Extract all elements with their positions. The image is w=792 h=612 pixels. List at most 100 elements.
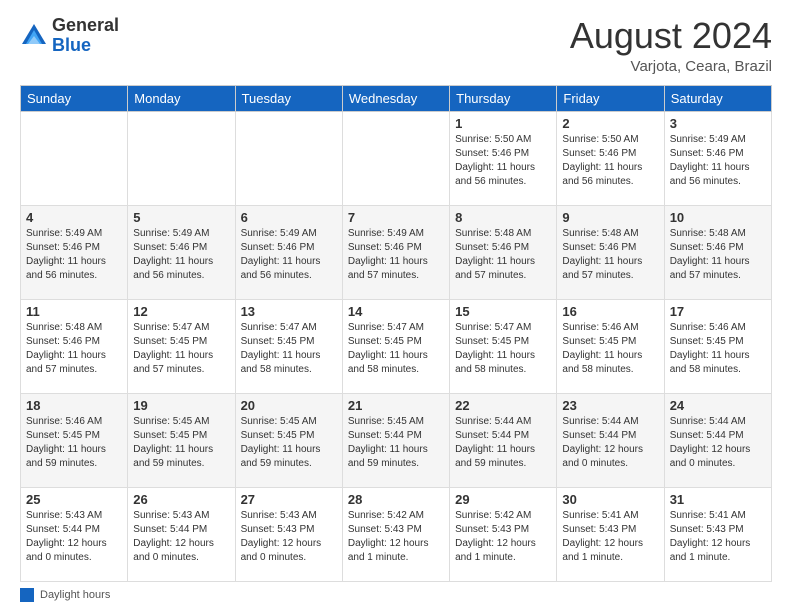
- day-info: Sunrise: 5:49 AM Sunset: 5:46 PM Dayligh…: [670, 133, 766, 189]
- day-number: 4: [26, 210, 122, 225]
- week-row-5: 25 Sunrise: 5:43 AM Sunset: 5:44 PM Dayli…: [21, 487, 772, 581]
- calendar-cell: 6Sunrise: 5:49 AM Sunset: 5:46 PM Daylig…: [235, 205, 342, 299]
- day-number: 23: [562, 398, 658, 413]
- calendar-cell: 3 Sunrise: 5:49 AM Sunset: 5:46 PM Daylig…: [664, 111, 771, 205]
- day-number: 20: [241, 398, 337, 413]
- day-info: Sunrise: 5:43 AM Sunset: 5:44 PM Dayligh…: [26, 509, 122, 565]
- month-year: August 2024: [570, 16, 772, 56]
- header: General Blue August 2024 Varjota, Ceara,…: [20, 16, 772, 75]
- day-info: Sunrise: 5:44 AM Sunset: 5:44 PM Dayligh…: [670, 415, 766, 471]
- day-info: Sunrise: 5:47 AM Sunset: 5:45 PM Dayligh…: [133, 321, 229, 377]
- week-row-1: 1 Sunrise: 5:50 AM Sunset: 5:46 PM Daylig…: [21, 111, 772, 205]
- day-number: 30: [562, 492, 658, 507]
- day-info: Sunrise: 5:44 AM Sunset: 5:44 PM Dayligh…: [562, 415, 658, 471]
- header-wednesday: Wednesday: [342, 85, 449, 111]
- day-number: 6: [241, 210, 337, 225]
- calendar-cell: 29 Sunrise: 5:42 AM Sunset: 5:43 PM Dayli…: [450, 487, 557, 581]
- day-info: Sunrise: 5:48 AM Sunset: 5:46 PM Dayligh…: [562, 227, 658, 283]
- day-info: Sunrise: 5:46 AM Sunset: 5:45 PM Dayligh…: [26, 415, 122, 471]
- day-info: Sunrise: 5:46 AM Sunset: 5:45 PM Dayligh…: [562, 321, 658, 377]
- day-number: 22: [455, 398, 551, 413]
- day-number: 13: [241, 304, 337, 319]
- day-info: Sunrise: 5:49 AM Sunset: 5:46 PM Dayligh…: [26, 227, 122, 283]
- calendar-cell: 31Sunrise: 5:41 AM Sunset: 5:43 PM Dayli…: [664, 487, 771, 581]
- day-info: Sunrise: 5:50 AM Sunset: 5:46 PM Dayligh…: [562, 133, 658, 189]
- week-row-3: 11 Sunrise: 5:48 AM Sunset: 5:46 PM Dayli…: [21, 299, 772, 393]
- calendar-cell: 7Sunrise: 5:49 AM Sunset: 5:46 PM Daylig…: [342, 205, 449, 299]
- day-number: 11: [26, 304, 122, 319]
- calendar-cell: 17Sunrise: 5:46 AM Sunset: 5:45 PM Dayli…: [664, 299, 771, 393]
- header-thursday: Thursday: [450, 85, 557, 111]
- calendar-cell: [235, 111, 342, 205]
- calendar-cell: 19Sunrise: 5:45 AM Sunset: 5:45 PM Dayli…: [128, 393, 235, 487]
- day-number: 12: [133, 304, 229, 319]
- calendar-cell: [342, 111, 449, 205]
- day-info: Sunrise: 5:47 AM Sunset: 5:45 PM Dayligh…: [455, 321, 551, 377]
- calendar-cell: 15 Sunrise: 5:47 AM Sunset: 5:45 PM Dayli…: [450, 299, 557, 393]
- calendar-cell: 13 Sunrise: 5:47 AM Sunset: 5:45 PM Dayli…: [235, 299, 342, 393]
- day-info: Sunrise: 5:48 AM Sunset: 5:46 PM Dayligh…: [26, 321, 122, 377]
- day-number: 3: [670, 116, 766, 131]
- calendar-cell: 20 Sunrise: 5:45 AM Sunset: 5:45 PM Dayli…: [235, 393, 342, 487]
- day-info: Sunrise: 5:48 AM Sunset: 5:46 PM Dayligh…: [455, 227, 551, 283]
- week-row-4: 18 Sunrise: 5:46 AM Sunset: 5:45 PM Dayli…: [21, 393, 772, 487]
- calendar-cell: 26Sunrise: 5:43 AM Sunset: 5:44 PM Dayli…: [128, 487, 235, 581]
- day-number: 31: [670, 492, 766, 507]
- calendar-cell: 25 Sunrise: 5:43 AM Sunset: 5:44 PM Dayli…: [21, 487, 128, 581]
- day-info: Sunrise: 5:42 AM Sunset: 5:43 PM Dayligh…: [348, 509, 444, 565]
- day-number: 27: [241, 492, 337, 507]
- day-info: Sunrise: 5:41 AM Sunset: 5:43 PM Dayligh…: [562, 509, 658, 565]
- calendar-cell: 30 Sunrise: 5:41 AM Sunset: 5:43 PM Dayli…: [557, 487, 664, 581]
- title-block: August 2024 Varjota, Ceara, Brazil: [570, 16, 772, 75]
- day-number: 15: [455, 304, 551, 319]
- day-info: Sunrise: 5:47 AM Sunset: 5:45 PM Dayligh…: [241, 321, 337, 377]
- calendar-cell: 11 Sunrise: 5:48 AM Sunset: 5:46 PM Dayli…: [21, 299, 128, 393]
- day-number: 29: [455, 492, 551, 507]
- calendar-cell: 12 Sunrise: 5:47 AM Sunset: 5:45 PM Dayli…: [128, 299, 235, 393]
- day-number: 25: [26, 492, 122, 507]
- day-number: 18: [26, 398, 122, 413]
- location: Varjota, Ceara, Brazil: [570, 58, 772, 75]
- logo-text: General Blue: [52, 16, 119, 56]
- header-row: SundayMondayTuesdayWednesdayThursdayFrid…: [21, 85, 772, 111]
- daylight-box-icon: [20, 588, 34, 602]
- day-number: 2: [562, 116, 658, 131]
- day-info: Sunrise: 5:42 AM Sunset: 5:43 PM Dayligh…: [455, 509, 551, 565]
- day-number: 14: [348, 304, 444, 319]
- calendar-cell: 2 Sunrise: 5:50 AM Sunset: 5:46 PM Daylig…: [557, 111, 664, 205]
- daylight-label: Daylight hours: [40, 589, 110, 601]
- calendar-table: SundayMondayTuesdayWednesdayThursdayFrid…: [20, 85, 772, 582]
- day-number: 19: [133, 398, 229, 413]
- header-sunday: Sunday: [21, 85, 128, 111]
- calendar-cell: [21, 111, 128, 205]
- logo: General Blue: [20, 16, 119, 56]
- week-row-2: 4 Sunrise: 5:49 AM Sunset: 5:46 PM Daylig…: [21, 205, 772, 299]
- day-info: Sunrise: 5:43 AM Sunset: 5:44 PM Dayligh…: [133, 509, 229, 565]
- day-info: Sunrise: 5:48 AM Sunset: 5:46 PM Dayligh…: [670, 227, 766, 283]
- day-number: 5: [133, 210, 229, 225]
- calendar-cell: 27Sunrise: 5:43 AM Sunset: 5:43 PM Dayli…: [235, 487, 342, 581]
- header-friday: Friday: [557, 85, 664, 111]
- day-number: 1: [455, 116, 551, 131]
- calendar-cell: 5 Sunrise: 5:49 AM Sunset: 5:46 PM Daylig…: [128, 205, 235, 299]
- day-info: Sunrise: 5:49 AM Sunset: 5:46 PM Dayligh…: [348, 227, 444, 283]
- day-number: 16: [562, 304, 658, 319]
- day-info: Sunrise: 5:45 AM Sunset: 5:45 PM Dayligh…: [241, 415, 337, 471]
- day-number: 8: [455, 210, 551, 225]
- logo-icon: [20, 22, 48, 50]
- day-number: 9: [562, 210, 658, 225]
- header-saturday: Saturday: [664, 85, 771, 111]
- day-info: Sunrise: 5:49 AM Sunset: 5:46 PM Dayligh…: [133, 227, 229, 283]
- day-number: 28: [348, 492, 444, 507]
- calendar-cell: 22Sunrise: 5:44 AM Sunset: 5:44 PM Dayli…: [450, 393, 557, 487]
- day-info: Sunrise: 5:46 AM Sunset: 5:45 PM Dayligh…: [670, 321, 766, 377]
- header-tuesday: Tuesday: [235, 85, 342, 111]
- calendar-cell: 28 Sunrise: 5:42 AM Sunset: 5:43 PM Dayli…: [342, 487, 449, 581]
- day-info: Sunrise: 5:45 AM Sunset: 5:44 PM Dayligh…: [348, 415, 444, 471]
- calendar-cell: 9 Sunrise: 5:48 AM Sunset: 5:46 PM Daylig…: [557, 205, 664, 299]
- calendar-cell: 16 Sunrise: 5:46 AM Sunset: 5:45 PM Dayli…: [557, 299, 664, 393]
- day-info: Sunrise: 5:50 AM Sunset: 5:46 PM Dayligh…: [455, 133, 551, 189]
- calendar-cell: 14 Sunrise: 5:47 AM Sunset: 5:45 PM Dayli…: [342, 299, 449, 393]
- calendar-cell: 18 Sunrise: 5:46 AM Sunset: 5:45 PM Dayli…: [21, 393, 128, 487]
- day-info: Sunrise: 5:47 AM Sunset: 5:45 PM Dayligh…: [348, 321, 444, 377]
